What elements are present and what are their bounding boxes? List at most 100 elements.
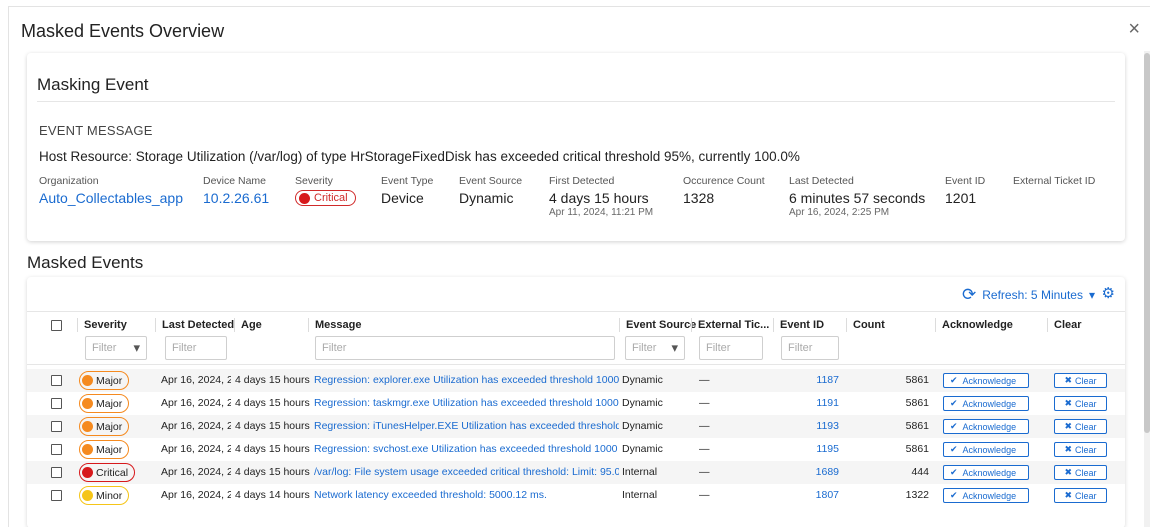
event-source-cell: Internal [622,489,658,501]
count-cell: 444 [911,466,929,478]
event-source-cell: Dynamic [622,420,663,432]
occurence-count-field: Occurence Count 1328 [683,175,765,206]
last-detected-date: Apr 16, 2024, 2:25 PM [789,207,890,218]
col-age[interactable]: Age [234,318,262,332]
event-id-link[interactable]: 1193 [787,420,839,432]
col-message[interactable]: Message [308,318,361,332]
acknowledge-button[interactable]: ✔ Acknowledge [943,442,1029,457]
message-link[interactable]: /var/log: File system usage exceeded cri… [314,466,619,478]
device-name-link[interactable]: 10.2.26.61 [203,190,269,206]
last-detected-label: Last Detected [789,175,854,187]
event-source-filter-select[interactable]: Filter [625,336,685,360]
check-icon: ✔ [950,375,958,385]
clear-button[interactable]: ✖ Clear [1054,465,1107,480]
occurence-count-value: 1328 [683,190,715,206]
col-external-ticket[interactable]: External Tic... [691,318,769,332]
acknowledge-label: Acknowledge [962,421,1017,432]
clear-label: Clear [1075,398,1097,409]
external-ticket-filter[interactable]: Filter [699,336,763,360]
masking-event-title: Masking Event [37,75,149,94]
event-id-link[interactable]: 1191 [787,397,839,409]
count-cell: 5861 [905,397,929,409]
event-source-field: Event Source Dynamic [459,175,522,206]
clear-button[interactable]: ✖ Clear [1054,396,1107,411]
first-detected-field: First Detected 4 days 15 hours Apr 11, 2… [549,175,653,218]
organization-link[interactable]: Auto_Collectables_app [39,190,183,206]
severity-filter-select[interactable]: Filter [85,336,147,360]
gear-icon[interactable]: ⚙ [1102,284,1115,302]
col-severity[interactable]: Severity [77,318,127,332]
severity-text: Major [96,420,123,433]
event-id-link[interactable]: 1689 [787,466,839,478]
table-row[interactable]: Major Apr 16, 2024, 2: 4 days 15 hours Regr… [27,392,1125,415]
clear-button[interactable]: ✖ Clear [1054,442,1107,457]
table-row[interactable]: Major Apr 16, 2024, 2: 4 days 15 hours Regr… [27,438,1125,461]
event-id-field: Event ID 1201 [945,175,985,206]
last-detected-cell: Apr 16, 2024, 2: [161,466,231,478]
close-icon[interactable]: × [1128,19,1140,39]
row-checkbox[interactable] [51,444,62,455]
clear-button[interactable]: ✖ Clear [1054,419,1107,434]
col-event-source[interactable]: Event Source [619,318,696,332]
acknowledge-button[interactable]: ✔ Acknowledge [943,465,1029,480]
severity-pill: Minor [79,486,130,505]
clear-label: Clear [1075,421,1097,432]
last-detected-filter[interactable]: Filter [165,336,227,360]
event-id-link[interactable]: 1807 [787,489,839,501]
clear-label: Clear [1075,490,1097,501]
table-row[interactable]: Minor Apr 16, 2024, 2: 4 days 14 hours Netw… [27,484,1125,507]
acknowledge-button[interactable]: ✔ Acknowledge [943,419,1029,434]
table-header: Severity Last Detected Age Message Event… [27,311,1125,365]
x-icon: ✖ [1064,444,1073,454]
acknowledge-button[interactable]: ✔ Acknowledge [943,396,1029,411]
col-count[interactable]: Count [846,318,885,332]
check-icon: ✔ [950,398,958,408]
last-detected-cell: Apr 16, 2024, 2: [161,397,231,409]
row-checkbox[interactable] [51,375,62,386]
last-detected-value: 6 minutes 57 seconds [789,190,926,206]
device-name-field: Device Name 10.2.26.61 [203,175,269,206]
col-last-detected[interactable]: Last Detected [155,318,234,332]
age-cell: 4 days 15 hours [235,397,310,409]
select-all-checkbox[interactable] [51,320,62,331]
message-link[interactable]: Regression: explorer.exe Utilization has… [314,374,619,386]
event-id-link[interactable]: 1195 [787,443,839,455]
severity-dot-icon [82,375,93,386]
row-checkbox[interactable] [51,398,62,409]
occurence-count-label: Occurence Count [683,175,765,187]
message-link[interactable]: Regression: iTunesHelper.EXE Utilization… [314,420,619,432]
message-filter[interactable]: Filter [315,336,615,360]
row-checkbox[interactable] [51,490,62,501]
severity-text: Major [96,443,123,456]
table-row[interactable]: Critical Apr 16, 2024, 2: 4 days 15 hours /… [27,461,1125,484]
clear-button[interactable]: ✖ Clear [1054,488,1107,503]
message-link[interactable]: Network latency exceeded threshold: 5000… [314,489,619,501]
table-row[interactable]: Major Apr 16, 2024, 2: 4 days 15 hours Regr… [27,369,1125,392]
refresh-dropdown[interactable]: ⟳ Refresh: 5 Minutes ▾ [962,285,1095,305]
event-id-link[interactable]: 1187 [787,374,839,386]
count-cell: 1322 [905,489,929,501]
masked-events-modal: Masked Events Overview × Masking Event E… [8,6,1150,527]
age-cell: 4 days 14 hours [235,489,310,501]
device-name-label: Device Name [203,175,267,187]
message-link[interactable]: Regression: taskmgr.exe Utilization has … [314,397,619,409]
table-row[interactable]: Major Apr 16, 2024, 2: 4 days 15 hours Regr… [27,415,1125,438]
scrollbar-thumb[interactable] [1144,53,1150,433]
col-event-id[interactable]: Event ID [773,318,824,332]
event-source-label: Event Source [459,175,523,187]
external-ticket-field: External Ticket ID [1013,175,1095,190]
severity-text: Major [96,397,123,410]
acknowledge-button[interactable]: ✔ Acknowledge [943,488,1029,503]
message-link[interactable]: Regression: svchost.exe Utilization has … [314,443,619,455]
clear-button[interactable]: ✖ Clear [1054,373,1107,388]
acknowledge-button[interactable]: ✔ Acknowledge [943,373,1029,388]
event-source-cell: Dynamic [622,374,663,386]
col-acknowledge[interactable]: Acknowledge [935,318,1013,332]
severity-pill: Critical [79,463,136,482]
last-detected-cell: Apr 16, 2024, 2: [161,374,231,386]
external-ticket-cell: — [699,420,710,432]
col-clear[interactable]: Clear [1047,318,1082,332]
event-id-filter[interactable]: Filter [781,336,839,360]
row-checkbox[interactable] [51,467,62,478]
row-checkbox[interactable] [51,421,62,432]
